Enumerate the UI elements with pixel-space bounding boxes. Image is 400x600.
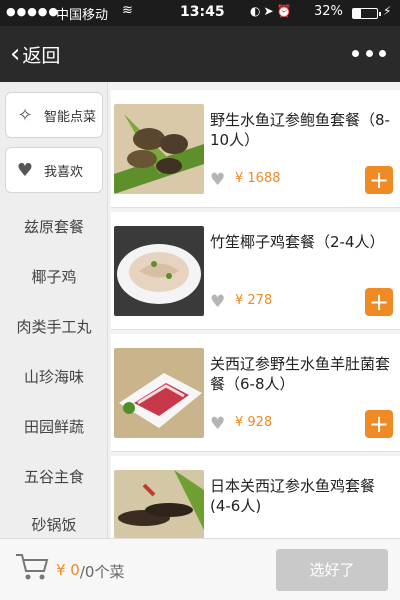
heart-icon: ♥ — [16, 159, 34, 181]
chevron-left-icon: ‹ — [10, 39, 21, 69]
dish-price: ¥ 928 — [235, 415, 273, 430]
sidebar-item-category[interactable]: 田园鲜蔬 — [0, 416, 107, 437]
charging-icon: ⚡ — [383, 4, 392, 18]
dish-card[interactable]: 野生水鱼辽参鲍鱼套餐（8-10人） ♥ ¥ 1688 + — [111, 90, 400, 208]
battery-icon — [352, 8, 381, 19]
status-bar: ●●●●● 中国移动 ≋ 13:45 ◐➤⏰ 32% ⚡ — [0, 0, 400, 26]
heart-icon[interactable]: ♥ — [210, 414, 225, 434]
dish-image — [114, 226, 204, 316]
smart-order-label: 智能点菜 — [44, 109, 97, 125]
dish-image — [114, 104, 204, 194]
cart-bar: ¥ 0 /0个菜 选好了 — [0, 538, 400, 600]
heart-icon[interactable]: ♥ — [210, 170, 225, 190]
favorites-label: 我喜欢 — [44, 164, 84, 180]
dish-list: 野生水鱼辽参鲍鱼套餐（8-10人） ♥ ¥ 1688 + 竹笙椰子鸡套餐（2-4… — [108, 82, 400, 538]
cart-count: /0个菜 — [79, 563, 125, 581]
dish-card[interactable]: 关西辽参野生水鱼羊肚菌套餐（6-8人） ♥ ¥ 928 + — [111, 334, 400, 452]
battery-percent: 32% — [314, 4, 343, 19]
wand-icon: ✧ — [17, 104, 33, 126]
dish-name: 野生水鱼辽参鲍鱼套餐（8-10人） — [210, 111, 390, 149]
sidebar-item-category[interactable]: 兹原套餐 — [0, 216, 107, 237]
cart-icon[interactable] — [14, 551, 50, 581]
dish-price: ¥ 278 — [235, 293, 273, 308]
sidebar-item-category[interactable]: 五谷主食 — [0, 466, 107, 487]
dish-card[interactable]: 竹笙椰子鸡套餐（2-4人） ♥ ¥ 278 + — [111, 212, 400, 330]
dish-name: 日本关西辽参水鱼鸡套餐(4-6人) — [210, 477, 376, 515]
smart-order-button[interactable]: ✧ 智能点菜 — [5, 92, 103, 138]
sidebar-item-category[interactable]: 椰子鸡 — [0, 266, 107, 287]
done-button[interactable]: 选好了 — [276, 549, 388, 591]
signal-strength: ●●●●● — [6, 5, 59, 18]
back-label: 返回 — [22, 44, 61, 67]
add-to-cart-button[interactable]: + — [365, 410, 393, 438]
back-button[interactable]: ‹ 返回 — [10, 40, 60, 68]
cart-summary: ¥ 0 /0个菜 — [56, 561, 124, 582]
add-to-cart-button[interactable]: + — [365, 288, 393, 316]
ellipsis-icon-dot — [365, 49, 373, 57]
nav-bar: ‹ 返回 — [0, 26, 400, 82]
sidebar-item-category[interactable]: 肉类手工丸 — [0, 316, 107, 337]
cart-amount: ¥ 0 — [56, 561, 80, 579]
dish-price: ¥ 1688 — [235, 171, 281, 186]
ellipsis-icon-dot — [379, 49, 386, 57]
dish-image — [114, 348, 204, 438]
category-sidebar: ✧ 智能点菜 ♥ 我喜欢 兹原套餐 椰子鸡 肉类手工丸 山珍海味 田园鲜蔬 五谷… — [0, 82, 108, 538]
heart-icon[interactable]: ♥ — [210, 292, 225, 312]
add-to-cart-button[interactable]: + — [365, 166, 393, 194]
carrier-name: 中国移动 — [56, 8, 109, 23]
status-time: 13:45 — [180, 4, 225, 20]
dish-card[interactable]: 日本关西辽参水鱼鸡套餐(4-6人) — [111, 456, 400, 538]
status-icons: ◐➤⏰ — [250, 4, 295, 18]
sidebar-item-category[interactable]: 山珍海味 — [0, 366, 107, 387]
sidebar-item-category[interactable]: 砂锅饭 — [0, 514, 107, 535]
wifi-icon: ≋ — [122, 3, 133, 18]
dish-image — [114, 470, 204, 538]
more-button[interactable] — [352, 40, 386, 66]
dish-name: 竹笙椰子鸡套餐（2-4人） — [210, 233, 385, 251]
dish-name: 关西辽参野生水鱼羊肚菌套餐（6-8人） — [210, 355, 391, 393]
ellipsis-icon — [352, 49, 359, 57]
favorites-button[interactable]: ♥ 我喜欢 — [5, 147, 103, 193]
